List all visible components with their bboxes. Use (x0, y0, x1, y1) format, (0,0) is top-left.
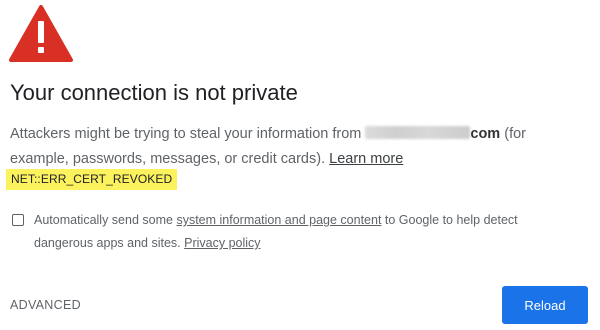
advanced-button[interactable]: ADVANCED (10, 298, 81, 312)
optin-checkbox[interactable] (12, 214, 24, 226)
learn-more-link[interactable]: Learn more (329, 151, 403, 167)
error-code: NET::ERR_CERT_REVOKED (6, 169, 178, 190)
optin-text: Automatically send some system informati… (34, 209, 574, 255)
domain-suffix: com (470, 126, 501, 142)
redacted-domain (365, 126, 471, 139)
explanation-text-start: Attackers might be trying to steal your … (10, 126, 362, 142)
system-information-link[interactable]: system information and page content (176, 213, 381, 227)
privacy-policy-link[interactable]: Privacy policy (184, 236, 260, 250)
error-explanation: Attackers might be trying to steal your … (10, 122, 585, 172)
warning-triangle-icon (9, 5, 73, 62)
page-title: Your connection is not private (10, 80, 298, 105)
optin-text-start: Automatically send some (34, 213, 173, 227)
reload-button[interactable]: Reload (502, 286, 588, 324)
interstitial-page: Your connection is not private Attackers… (0, 0, 600, 330)
